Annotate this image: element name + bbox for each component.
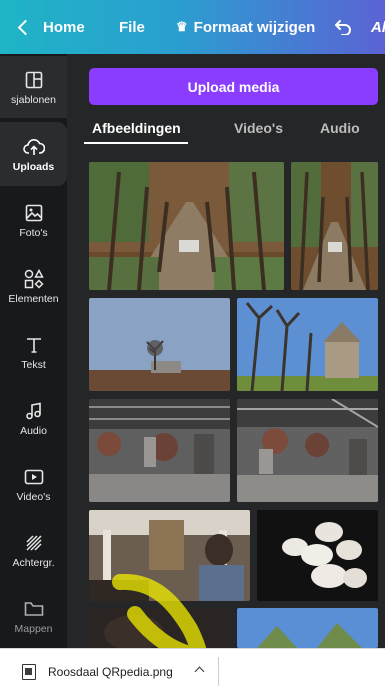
chapel-photo — [237, 298, 378, 391]
sidebar-item-folders[interactable]: Mappen — [0, 584, 67, 648]
sidebar-label-photos: Foto's — [19, 226, 48, 239]
template-icon — [25, 71, 42, 88]
sky-photo — [237, 608, 378, 648]
image-thumbnail-sky[interactable] — [237, 608, 378, 648]
image-thumbnail-field-bunker[interactable] — [89, 298, 230, 391]
avenue-photo — [89, 162, 284, 290]
left-sidebar: sjablonen Uploads Foto's Elementen Tekst… — [0, 54, 67, 648]
sidebar-label-uploads: Uploads — [12, 160, 55, 173]
overflow-text: Al — [371, 18, 385, 36]
sidebar-label-text: Tekst — [21, 358, 46, 371]
home-button[interactable]: Home — [17, 0, 85, 54]
clogs-photo — [257, 510, 378, 601]
sidebar-item-uploads[interactable]: Uploads — [0, 122, 67, 186]
media-tabs: Afbeeldingen Video's Audio — [67, 112, 385, 146]
dark-photo — [89, 608, 230, 648]
sidebar-label-backgrounds: Achtergr. — [12, 556, 55, 569]
image-file-icon — [22, 663, 36, 680]
text-icon — [26, 337, 41, 353]
uploads-panel: Upload media Afbeeldingen Video's Audio — [67, 54, 385, 648]
undo-button[interactable] — [334, 0, 352, 54]
sidebar-label-videos: Video's — [16, 490, 51, 503]
upload-media-button[interactable]: Upload media — [89, 68, 378, 105]
play-icon — [24, 469, 43, 484]
sidebar-item-elements[interactable]: Elementen — [0, 254, 67, 318]
divider — [218, 657, 219, 686]
chevron-left-icon — [17, 19, 34, 35]
sidebar-item-text[interactable]: Tekst — [0, 320, 67, 384]
tab-images[interactable]: Afbeeldingen — [92, 120, 181, 136]
folder-icon — [24, 601, 43, 616]
active-tab-indicator — [84, 142, 188, 144]
sidebar-item-templates[interactable]: sjablonen — [0, 56, 67, 118]
sidebar-item-backgrounds[interactable]: Achtergr. — [0, 518, 67, 582]
sidebar-item-photos[interactable]: Foto's — [0, 188, 67, 252]
photo-icon — [25, 204, 42, 221]
resize-label: Formaat wijzigen — [193, 18, 316, 36]
image-thumbnail-church-interior[interactable] — [89, 510, 250, 601]
chevron-up-icon[interactable] — [194, 666, 205, 677]
music-note-icon — [25, 402, 41, 419]
download-file-name: Roosdaal QRpedia.png — [48, 664, 173, 679]
image-thumbnail-chapel[interactable] — [237, 298, 378, 391]
image-thumbnail-dark[interactable] — [89, 608, 230, 648]
sidebar-label-folders: Mappen — [14, 622, 53, 635]
home-label: Home — [43, 18, 85, 36]
factory-photo — [89, 399, 230, 502]
download-item[interactable]: Roosdaal QRpedia.png — [8, 655, 216, 688]
sidebar-label-elements: Elementen — [8, 292, 59, 305]
field-photo — [89, 298, 230, 391]
image-thumbnail-avenue-2[interactable] — [291, 162, 378, 290]
shapes-icon — [24, 268, 44, 289]
image-thumbnail-factory-2[interactable] — [237, 399, 378, 502]
file-menu-button[interactable]: File — [119, 0, 145, 54]
undo-icon — [335, 20, 351, 35]
image-thumbnail-avenue-1[interactable] — [89, 162, 284, 290]
sidebar-label-audio: Audio — [20, 424, 47, 437]
tab-audio[interactable]: Audio — [320, 120, 360, 136]
factory-photo-2 — [237, 399, 378, 502]
church-interior-photo — [89, 510, 250, 601]
tab-videos[interactable]: Video's — [234, 120, 283, 136]
download-bar: Roosdaal QRpedia.png — [0, 648, 385, 694]
image-thumbnail-factory-1[interactable] — [89, 399, 230, 502]
cloud-upload-icon — [22, 138, 45, 155]
resize-button[interactable]: ♛ Formaat wijzigen — [176, 0, 315, 54]
image-thumbnail-wooden-shoes[interactable] — [257, 510, 378, 601]
avenue-photo-crop — [291, 162, 378, 290]
background-pattern-icon — [25, 534, 42, 551]
file-label: File — [119, 18, 145, 36]
crown-icon: ♛ — [176, 19, 188, 34]
sidebar-label-templates: sjablonen — [11, 93, 56, 106]
sidebar-item-audio[interactable]: Audio — [0, 386, 67, 450]
top-toolbar: Home File ♛ Formaat wijzigen Al — [0, 0, 385, 54]
sidebar-item-videos[interactable]: Video's — [0, 452, 67, 516]
